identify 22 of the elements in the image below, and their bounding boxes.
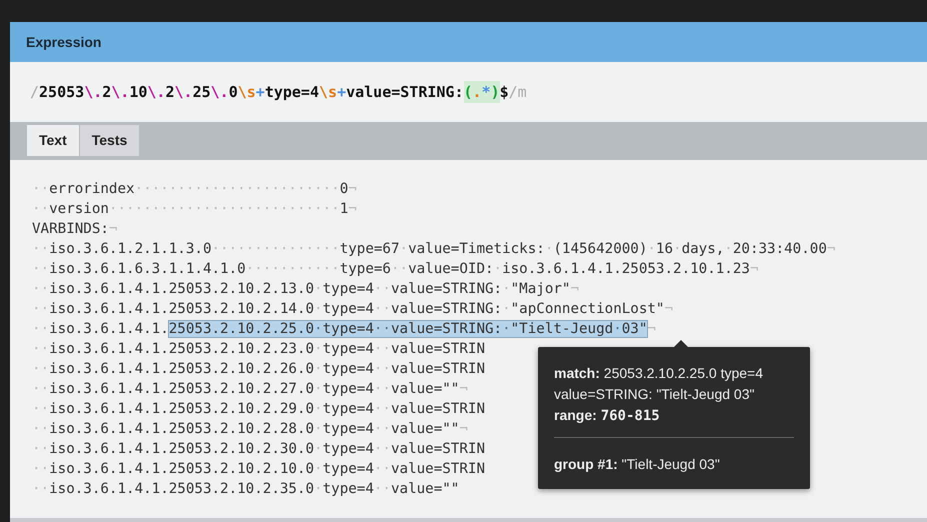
tooltip-text: range: 760-815 — [554, 406, 661, 426]
text-line: ··iso.3.6.1.4.1.25053.2.10.2.23.0·type=4··value=STRIN — [32, 340, 485, 359]
text-line: ··iso.3.6.1.4.1.25053.2.10.2.14.0·type=4··value=STRING:·"apConnectionLost"¬ — [32, 300, 674, 319]
text-line: ··iso.3.6.1.4.1.25053.2.10.2.29.0·type=4··value=STRIN — [32, 400, 485, 419]
text-line: ··iso.3.6.1.4.1.25053.2.10.2.28.0·type=4··value=""¬ — [32, 420, 468, 439]
text-line: ··iso.3.6.1.4.1.25053.2.10.2.27.0·type=4··value=""¬ — [32, 380, 468, 399]
text-line: ··errorindex························0¬ — [32, 180, 357, 199]
tab[interactable]: Tests — [80, 125, 140, 156]
text-line: ··iso.3.6.1.4.1.25053.2.10.2.25.0·type=4··value=STRING:·"Tielt-Jeugd·03"¬ — [32, 320, 656, 339]
text-line: ··iso.3.6.1.4.1.25053.2.10.2.26.0·type=4··value=STRIN — [32, 360, 485, 379]
text-line: ··iso.3.6.1.2.1.1.3.0···············type=67·value=Timeticks:·(145642000)·16·days,·20:33:40.00¬ — [32, 240, 836, 259]
text-line: ··iso.3.6.1.4.1.25053.2.10.2.13.0·type=4··value=STRING:·"Major"¬ — [32, 280, 579, 299]
panel-title: Expression — [10, 22, 927, 62]
text-line: ··iso.3.6.1.4.1.25053.2.10.2.10.0·type=4··value=STRIN — [32, 460, 485, 479]
tooltip-text: match: 25053.2.10.2.25.0 type=4 value=STRING: "Tielt-Jeugd 03" — [554, 364, 764, 404]
text-line: ··iso.3.6.1.4.1.25053.2.10.2.35.0·type=4··value="" — [32, 480, 460, 499]
text-line: ··version···························1¬ — [32, 200, 357, 219]
tab[interactable]: Text — [27, 125, 79, 156]
text-line: ··iso.3.6.1.6.3.1.1.4.1.0···········type=6··value=OID:·iso.3.6.1.4.1.25053.2.10.1.23¬ — [32, 260, 758, 279]
text-line: VARBINDS:¬ — [32, 220, 118, 239]
text-line: ··iso.3.6.1.4.1.25053.2.10.2.30.0·type=4··value=STRIN — [32, 440, 485, 459]
tooltip-text: group #1: "Tielt-Jeugd 03" — [554, 455, 721, 474]
